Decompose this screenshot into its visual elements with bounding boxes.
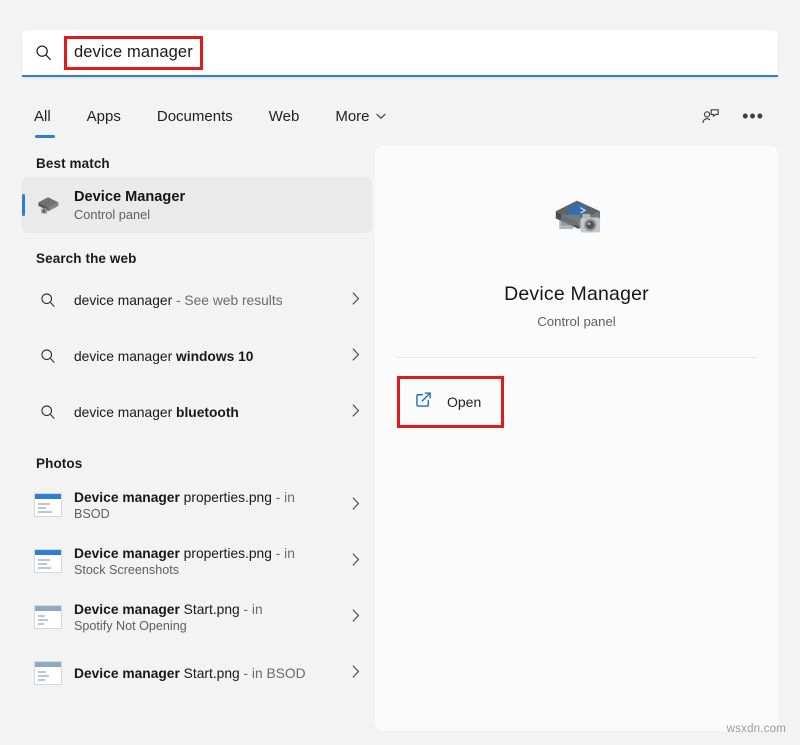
ellipsis-icon[interactable]: ••• <box>742 112 764 120</box>
selection-accent-bar <box>22 194 25 216</box>
detail-title: Device Manager <box>504 283 649 306</box>
windows-search-panel: device manager All Apps Documents Web Mo… <box>0 0 800 745</box>
search-input[interactable]: device manager <box>74 43 193 61</box>
filter-tabs-bar: All Apps Documents Web More <box>22 95 778 137</box>
open-button[interactable]: Open <box>402 381 499 423</box>
search-icon <box>22 44 64 61</box>
web-result-suffix: bluetooth <box>176 405 239 420</box>
photo-name-rest: properties.png <box>180 546 272 561</box>
web-result-suffix: - See web results <box>172 293 282 308</box>
photo-thumbnail <box>22 549 74 573</box>
search-input-annotation: device manager <box>64 36 203 70</box>
web-result-query: device manager <box>74 293 172 308</box>
chevron-right-icon[interactable] <box>352 348 364 364</box>
photo-location-prefix: - in <box>240 602 263 617</box>
best-match-text: Device Manager Control panel <box>74 189 364 222</box>
detail-subtitle: Control panel <box>537 314 615 329</box>
web-result-text: device manager - See web results <box>74 293 352 308</box>
search-icon <box>22 404 74 420</box>
photo-name-rest: Start.png <box>180 602 240 617</box>
tab-all[interactable]: All <box>22 104 69 129</box>
device-manager-icon <box>22 192 74 218</box>
photo-name-rest: properties.png <box>180 490 272 505</box>
section-label-photos: Photos <box>36 456 372 471</box>
photo-name-match: Device manager <box>74 602 180 617</box>
device-manager-large-icon <box>541 190 613 283</box>
best-match-title: Device Manager <box>74 189 364 205</box>
photo-location: Stock Screenshots <box>74 563 352 577</box>
photo-result-row[interactable]: Device manager Start.png - in Spotify No… <box>22 589 372 645</box>
photo-name-match: Device manager <box>74 546 180 561</box>
tab-apps-label: Apps <box>87 108 121 125</box>
tab-apps[interactable]: Apps <box>69 104 139 129</box>
photo-result-row[interactable]: Device manager properties.png - in BSOD <box>22 477 372 533</box>
web-result-query: device manager <box>74 349 176 364</box>
photo-result-text: Device manager properties.png - in BSOD <box>74 490 352 521</box>
photo-thumbnail <box>22 661 74 685</box>
chevron-right-icon[interactable] <box>352 497 364 513</box>
web-result-text: device manager bluetooth <box>74 405 352 420</box>
photo-result-text: Device manager Start.png - in BSOD <box>74 666 352 681</box>
section-label-search-the-web: Search the web <box>36 251 372 266</box>
web-result-text: device manager windows 10 <box>74 349 352 364</box>
feedback-person-icon[interactable] <box>701 107 720 126</box>
photo-name-rest: Start.png <box>180 666 240 681</box>
photo-location-prefix: - in <box>272 490 295 505</box>
photo-result-row[interactable]: Device manager properties.png - in Stock… <box>22 533 372 589</box>
search-icon <box>22 348 74 364</box>
photo-location-prefix: - in <box>272 546 295 561</box>
open-button-label: Open <box>447 394 481 410</box>
best-match-subtitle: Control panel <box>74 207 364 222</box>
best-match-row[interactable]: Device Manager Control panel <box>22 177 372 233</box>
tab-web[interactable]: Web <box>251 104 318 129</box>
external-link-icon <box>414 390 433 414</box>
results-list: Best match Device Manager Control panel … <box>22 146 372 731</box>
tab-documents[interactable]: Documents <box>139 104 251 129</box>
photo-result-text: Device manager properties.png - in Stock… <box>74 546 352 577</box>
web-result-query: device manager <box>74 405 176 420</box>
web-result-row[interactable]: device manager bluetooth <box>22 384 372 440</box>
chevron-down-icon <box>376 112 386 123</box>
detail-divider <box>397 357 756 358</box>
tab-all-label: All <box>34 108 51 125</box>
watermark: wsxdn.com <box>727 723 786 735</box>
tab-documents-label: Documents <box>157 108 233 125</box>
tab-active-underline <box>35 135 55 138</box>
search-bar[interactable]: device manager <box>22 30 778 77</box>
photo-result-text: Device manager Start.png - in Spotify No… <box>74 602 352 633</box>
chevron-right-icon[interactable] <box>352 292 364 308</box>
tab-more[interactable]: More <box>317 104 403 129</box>
photo-name-match: Device manager <box>74 666 180 681</box>
chevron-right-icon[interactable] <box>352 404 364 420</box>
photo-name-match: Device manager <box>74 490 180 505</box>
filter-tabs: All Apps Documents Web More <box>22 104 404 129</box>
photo-thumbnail <box>22 493 74 517</box>
photo-result-row[interactable]: Device manager Start.png - in BSOD <box>22 645 372 701</box>
detail-header: Device Manager Control panel <box>375 146 778 329</box>
open-button-highlight-box: Open <box>397 376 504 428</box>
chevron-right-icon[interactable] <box>352 609 364 625</box>
web-result-suffix: windows 10 <box>176 349 253 364</box>
web-result-row[interactable]: device manager windows 10 <box>22 328 372 384</box>
chevron-right-icon[interactable] <box>352 665 364 681</box>
detail-panel: Device Manager Control panel Open <box>375 146 778 731</box>
web-result-row[interactable]: device manager - See web results <box>22 272 372 328</box>
tab-web-label: Web <box>269 108 300 125</box>
section-label-best-match: Best match <box>36 156 372 171</box>
photo-location: BSOD <box>74 507 352 521</box>
photo-thumbnail <box>22 605 74 629</box>
tabs-right-actions: ••• <box>701 107 778 126</box>
chevron-right-icon[interactable] <box>352 553 364 569</box>
open-action-annotation: Open <box>397 376 504 428</box>
search-input-highlight-box: device manager <box>64 36 203 70</box>
search-icon <box>22 292 74 308</box>
tab-more-label: More <box>335 108 369 125</box>
photo-location-prefix: - in BSOD <box>240 666 306 681</box>
photo-location: Spotify Not Opening <box>74 619 352 633</box>
